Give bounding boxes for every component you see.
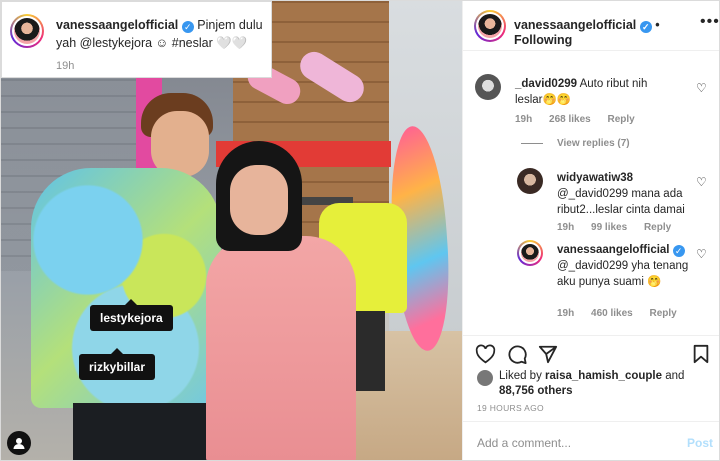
comment-time: 19h — [557, 222, 575, 233]
comment-username[interactable]: vanessaangelofficial — [557, 244, 670, 256]
view-replies-button[interactable]: View replies (7) — [521, 138, 630, 149]
avatar[interactable] — [10, 14, 44, 48]
add-comment-bar: Add a comment... Post — [463, 421, 719, 460]
share-icon[interactable] — [538, 344, 558, 368]
person-man — [23, 93, 223, 460]
liked-by-username[interactable]: raisa_hamish_couple — [545, 370, 662, 382]
avatar[interactable] — [517, 168, 543, 194]
reply-button[interactable]: Reply — [644, 222, 671, 233]
comment-time: 19h — [557, 308, 575, 319]
avatar[interactable] — [517, 240, 543, 266]
heart-icon[interactable] — [475, 344, 496, 368]
comment-item: _david0299 Auto ribut nih leslar🤭🤭 ♡ 19h… — [475, 74, 715, 134]
avatar[interactable] — [475, 74, 501, 100]
comment-reply-item: widyawatiw38 @_david0299 mana ada ribut2… — [517, 168, 715, 233]
post-header: vanessaangelofficial ✓ • Following ••• — [463, 1, 719, 51]
caption-username[interactable]: vanessaangelofficial — [56, 18, 178, 32]
comments-list[interactable]: _david0299 Auto ribut nih leslar🤭🤭 ♡ 19h… — [463, 52, 719, 335]
verified-badge-icon: ✓ — [181, 21, 194, 33]
photo-tag-lestykejora[interactable]: lestykejora — [90, 299, 173, 331]
comment-likes[interactable]: 99 likes — [591, 222, 627, 233]
comment-reply-item: vanessaangelofficial ✓ @_david0299 yha t… — [517, 240, 715, 320]
instagram-post-window: lestykejora rizkybillar vanessaangeloffi… — [0, 0, 720, 461]
likes-count[interactable]: 88,756 others — [499, 385, 573, 397]
verified-badge-icon: ✓ — [639, 21, 652, 33]
comment-input[interactable]: Add a comment... — [477, 436, 571, 450]
more-icon[interactable]: ••• — [700, 13, 719, 31]
comment-username[interactable]: widyawatiw38 — [557, 172, 633, 184]
reply-button[interactable]: Reply — [608, 114, 635, 125]
bookmark-icon[interactable] — [692, 344, 710, 368]
comment-likes[interactable]: 268 likes — [549, 114, 591, 125]
avatar[interactable] — [477, 370, 493, 386]
caption-time: 19h — [56, 60, 75, 72]
reply-button[interactable]: Reply — [650, 308, 677, 319]
person-woman — [206, 141, 366, 460]
comment-text: @_david0299 yha tenang aku punya suami 🤭 — [557, 260, 689, 288]
user-tag-icon[interactable] — [7, 431, 31, 455]
avatar[interactable] — [474, 10, 506, 42]
comment-username[interactable]: _david0299 — [515, 78, 577, 90]
caption-overlay: vanessaangelofficial ✓ Pinjem dulu yah @… — [1, 1, 272, 78]
comment-icon[interactable] — [507, 344, 527, 368]
following-button[interactable]: Following — [514, 33, 572, 47]
heart-icon[interactable]: ♡ — [696, 174, 707, 190]
post-sidebar: vanessaangelofficial ✓ • Following ••• _… — [462, 1, 719, 460]
heart-icon[interactable]: ♡ — [696, 80, 707, 96]
comment-likes[interactable]: 460 likes — [591, 308, 633, 319]
heart-icon[interactable]: ♡ — [696, 246, 707, 262]
post-button[interactable]: Post — [687, 436, 713, 450]
header-username[interactable]: vanessaangelofficial — [514, 18, 636, 32]
verified-badge-icon: ✓ — [672, 245, 685, 257]
post-timestamp: 19 HOURS AGO — [477, 403, 544, 413]
comment-time: 19h — [515, 114, 533, 125]
comment-text: @_david0299 mana ada ribut2...leslar cin… — [557, 188, 685, 216]
post-actions — [463, 335, 719, 371]
photo-tag-rizkybillar[interactable]: rizkybillar — [79, 348, 156, 380]
